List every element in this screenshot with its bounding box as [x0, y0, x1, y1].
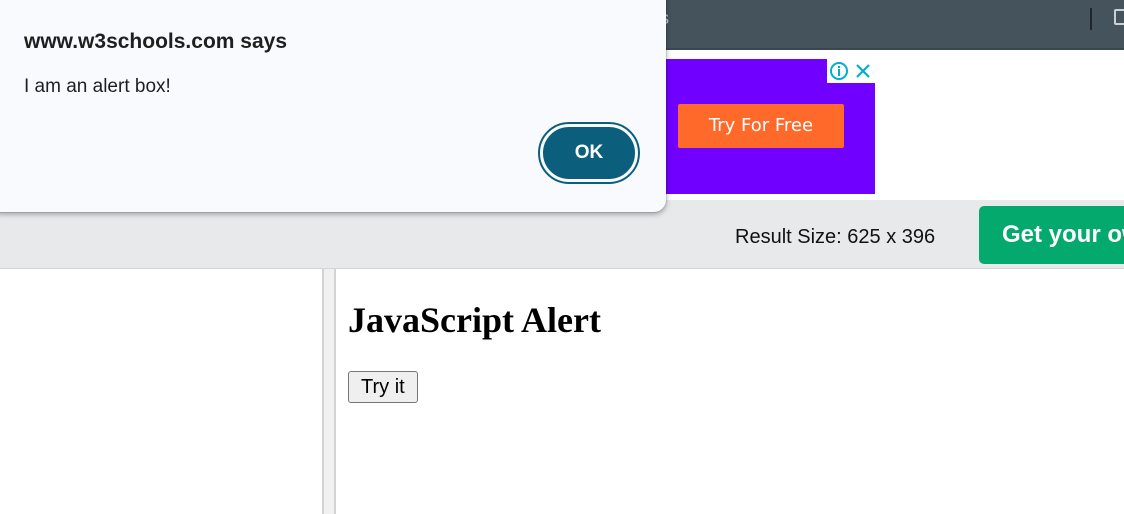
code-editor-panel[interactable]	[0, 269, 322, 514]
toolbar-divider	[1090, 8, 1092, 30]
alert-message: I am an alert box!	[24, 76, 171, 97]
panel-splitter[interactable]	[322, 269, 336, 514]
ok-button[interactable]: OK	[538, 122, 640, 184]
result-frame: JavaScript Alert Try it	[336, 269, 1124, 514]
alert-title: www.w3schools.com says	[24, 30, 287, 53]
info-icon[interactable]	[827, 59, 851, 83]
alert-dialog: www.w3schools.com says I am an alert box…	[0, 0, 666, 212]
get-your-own-website-button[interactable]: Get your own website	[979, 206, 1124, 264]
window-icon[interactable]	[1114, 9, 1124, 25]
ad-banner[interactable]: Try For Free	[666, 59, 875, 194]
try-it-button[interactable]: Try it	[348, 371, 418, 403]
close-icon[interactable]	[851, 59, 875, 83]
ad-cta-button[interactable]: Try For Free	[678, 104, 844, 148]
ad-choices-badge	[827, 59, 875, 83]
result-size-label: Result Size: 625 x 396	[735, 226, 936, 248]
page-heading: JavaScript Alert	[348, 300, 601, 340]
